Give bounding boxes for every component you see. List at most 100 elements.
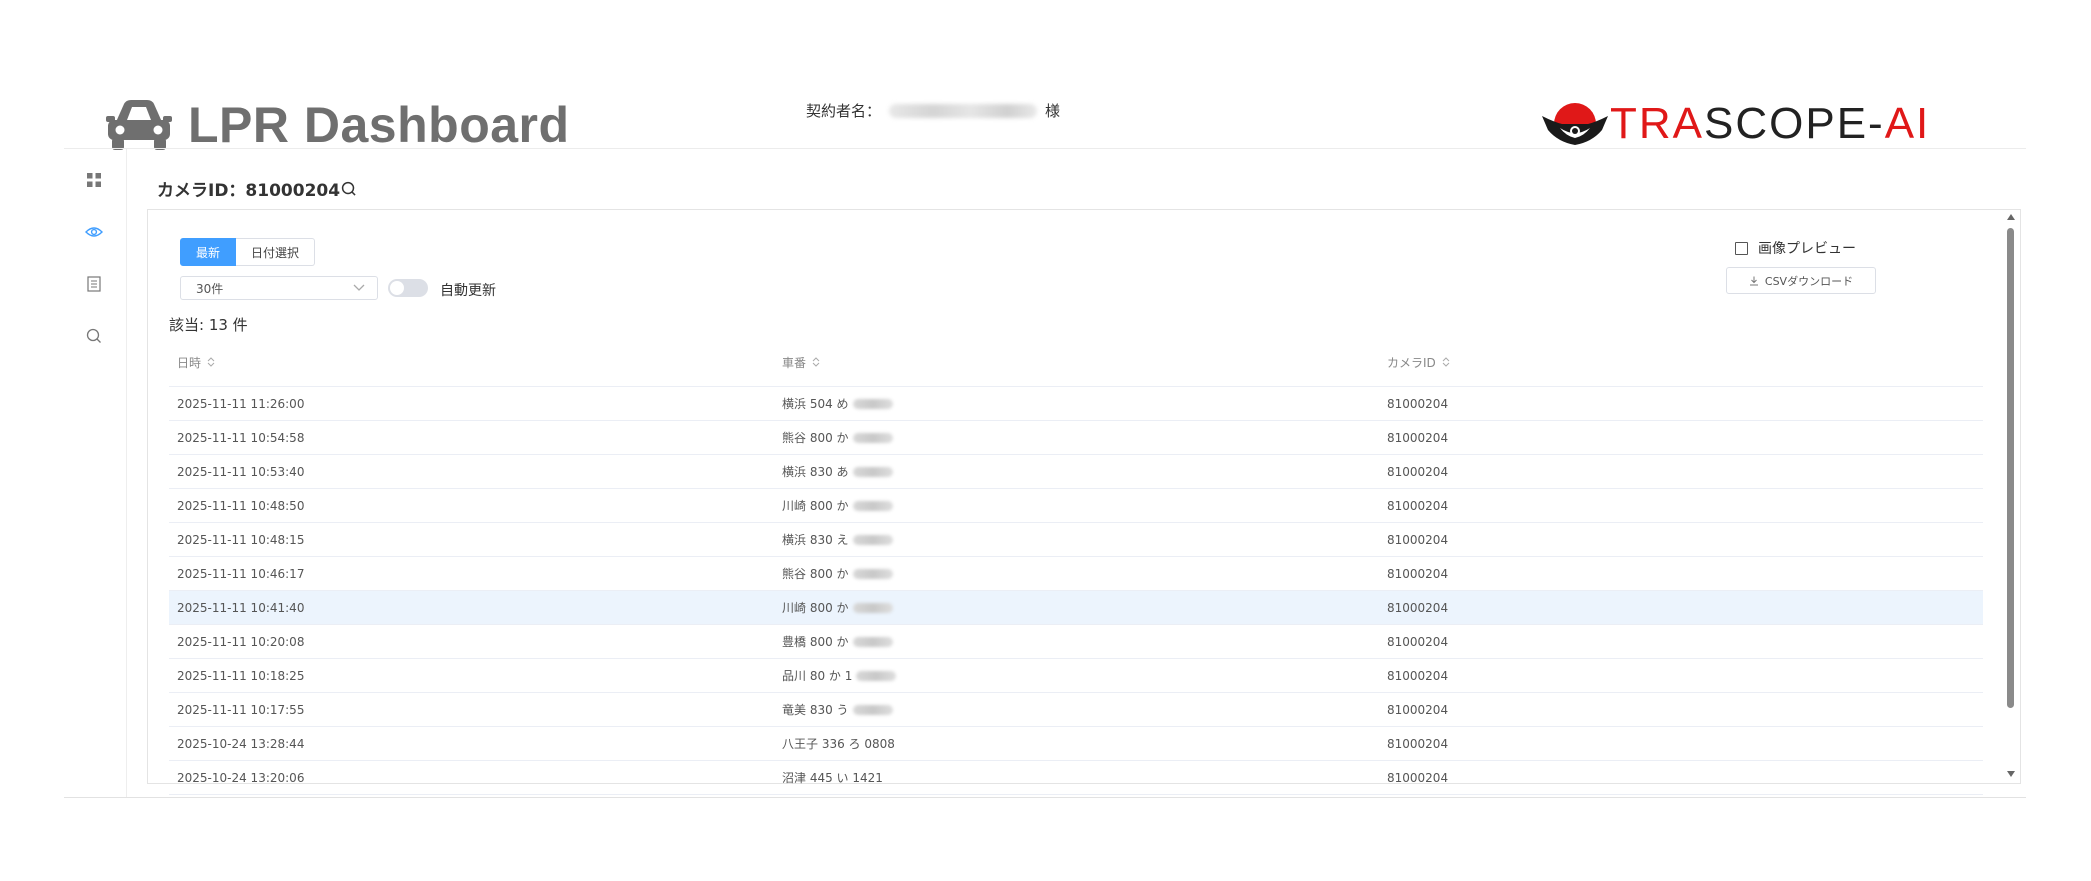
logo-text-scope: SCOPE [1704, 99, 1869, 148]
cell-plate: 川崎 800 か [782, 591, 893, 624]
trascope-emblem-icon [1542, 103, 1608, 145]
scroll-thumb[interactable] [2007, 228, 2014, 708]
cell-datetime: 2025-11-11 10:18:25 [177, 668, 305, 683]
plate-text: 横浜 830 え [782, 533, 849, 547]
cell-camera-id: 81000204 [1387, 464, 1449, 479]
table-body: 2025-11-11 11:26:00 横浜 504 め 81000204 2025-… [169, 387, 1983, 795]
cell-camera-id: 81000204 [1387, 396, 1449, 411]
plate-text: 沼津 445 い 1421 [782, 771, 883, 785]
cell-plate: 豊橋 800 か [782, 625, 893, 658]
cell-datetime: 2025-11-11 10:53:40 [177, 464, 305, 479]
cell-plate: 横浜 830 あ [782, 455, 893, 488]
vertical-scrollbar[interactable] [2004, 210, 2018, 781]
image-preview-checkbox[interactable]: 画像プレビュー [1735, 238, 1856, 258]
plate-text: 品川 80 か 1 [782, 669, 853, 683]
table-row[interactable]: 2025-11-11 10:48:50 川崎 800 か 81000204 [169, 489, 1983, 523]
sidebar-item-records[interactable] [81, 271, 107, 297]
cell-datetime: 2025-10-24 13:20:06 [177, 770, 305, 785]
camera-id-label: カメラID：81000204 [157, 181, 341, 201]
contractor-info: 契約者名： 様 [806, 100, 1060, 121]
plate-text: 横浜 504 め [782, 397, 849, 411]
footer-divider [64, 797, 2026, 798]
table-row[interactable]: 2025-11-11 10:54:58 熊谷 800 か 81000204 [169, 421, 1983, 455]
cell-camera-id: 81000204 [1387, 430, 1449, 445]
scroll-down-arrow[interactable] [2007, 771, 2015, 777]
logo-text-tra: TRA [1610, 99, 1704, 148]
cell-plate: 竜美 830 う [782, 693, 893, 726]
cell-datetime: 2025-11-11 11:26:00 [177, 396, 305, 411]
camera-search-icon[interactable] [341, 181, 356, 196]
plate-text: 横浜 830 あ [782, 465, 849, 479]
plate-text: 豊橋 800 か [782, 635, 849, 649]
document-icon [87, 276, 101, 292]
table-row[interactable]: 2025-11-11 10:17:55 竜美 830 う 81000204 [169, 693, 1983, 727]
table-row[interactable]: 2025-10-24 13:28:44 八王子 336 ろ 0808 8100020… [169, 727, 1983, 761]
grid-icon [87, 173, 101, 187]
brand: LPR Dashboard [106, 96, 570, 154]
view-tabs: 最新 日付選択 [180, 238, 316, 266]
page-size-select[interactable]: 30件 [180, 276, 378, 300]
cell-camera-id: 81000204 [1387, 566, 1449, 581]
table-row[interactable]: 2025-10-24 13:20:06 沼津 445 い 1421 81000204 [169, 761, 1983, 795]
cell-camera-id: 81000204 [1387, 634, 1449, 649]
auto-refresh-label: 自動更新 [440, 283, 496, 299]
column-header-plate[interactable]: 車番 [782, 338, 820, 386]
cell-plate: 熊谷 800 か [782, 557, 893, 590]
cell-plate: 川崎 800 か [782, 489, 893, 522]
contractor-suffix: 様 [1045, 102, 1061, 120]
cell-datetime: 2025-11-11 10:54:58 [177, 430, 305, 445]
eye-icon [85, 227, 103, 237]
csv-download-label: CSVダウンロード [1764, 274, 1854, 288]
camera-title: カメラID：81000204 [157, 176, 356, 201]
download-icon [1749, 276, 1758, 285]
checkbox-box [1735, 241, 1748, 255]
sort-icon [1442, 356, 1450, 368]
table-row[interactable]: 2025-11-11 10:46:17 熊谷 800 か 81000204 [169, 557, 1983, 591]
tab-latest[interactable]: 最新 [180, 238, 237, 266]
plate-text: 竜美 830 う [782, 703, 849, 717]
sidebar [64, 149, 127, 797]
table-row[interactable]: 2025-11-11 10:18:25 品川 80 か 1 81000204 [169, 659, 1983, 693]
plate-text: 熊谷 800 か [782, 431, 849, 445]
csv-download-button[interactable]: CSVダウンロード [1726, 267, 1876, 294]
tab-date-select[interactable]: 日付選択 [236, 238, 316, 266]
table-row[interactable]: 2025-11-11 11:26:00 横浜 504 め 81000204 [169, 387, 1983, 421]
cell-datetime: 2025-11-11 10:48:50 [177, 498, 305, 513]
plate-text: 熊谷 800 か [782, 567, 849, 581]
detections-table: 日時 車番 カメラID 2025-11-11 11:26:00 横浜 504 め 8… [169, 338, 1983, 795]
auto-refresh-toggle[interactable] [388, 279, 428, 297]
plate-number-redacted [856, 670, 897, 681]
logo-text-dash: - [1868, 99, 1885, 148]
header-divider [64, 148, 2026, 149]
plate-number-redacted [852, 432, 893, 443]
table-row[interactable]: 2025-11-11 10:48:15 横浜 830 え 81000204 [169, 523, 1983, 557]
result-count: 該当: 13 件 [169, 316, 248, 334]
plate-text: 川崎 800 か [782, 601, 849, 615]
column-header-camera-id[interactable]: カメラID [1387, 338, 1450, 386]
table-row[interactable]: 2025-11-11 10:53:40 横浜 830 あ 81000204 [169, 455, 1983, 489]
cell-camera-id: 81000204 [1387, 532, 1449, 547]
plate-number-redacted [852, 466, 893, 477]
plate-number-redacted [852, 534, 893, 545]
plate-number-redacted [852, 568, 893, 579]
cell-plate: 横浜 830 え [782, 523, 893, 556]
cell-camera-id: 81000204 [1387, 668, 1449, 683]
cell-datetime: 2025-11-11 10:20:08 [177, 634, 305, 649]
scroll-up-arrow[interactable] [2007, 214, 2015, 220]
contractor-label: 契約者名： [806, 102, 882, 120]
header: LPR Dashboard 契約者名： 様 TRASCOPE-AI [0, 0, 2091, 153]
column-datetime-label: 日時 [177, 355, 202, 370]
table-row[interactable]: 2025-11-11 10:20:08 豊橋 800 か 81000204 [169, 625, 1983, 659]
column-header-datetime[interactable]: 日時 [177, 338, 215, 386]
table-row[interactable]: 2025-11-11 10:41:40 川崎 800 か 81000204 [169, 591, 1983, 625]
search-icon [86, 328, 101, 343]
cell-plate: 八王子 336 ろ 0808 [782, 727, 895, 760]
sidebar-item-dashboard[interactable] [81, 167, 107, 193]
chevron-down-icon [353, 284, 365, 291]
sidebar-item-search[interactable] [81, 323, 107, 349]
cell-plate: 品川 80 か 1 [782, 659, 897, 692]
cell-plate: 横浜 504 め [782, 387, 893, 420]
sidebar-item-monitor[interactable] [81, 219, 107, 245]
cell-camera-id: 81000204 [1387, 770, 1449, 785]
plate-number-redacted [852, 636, 893, 647]
